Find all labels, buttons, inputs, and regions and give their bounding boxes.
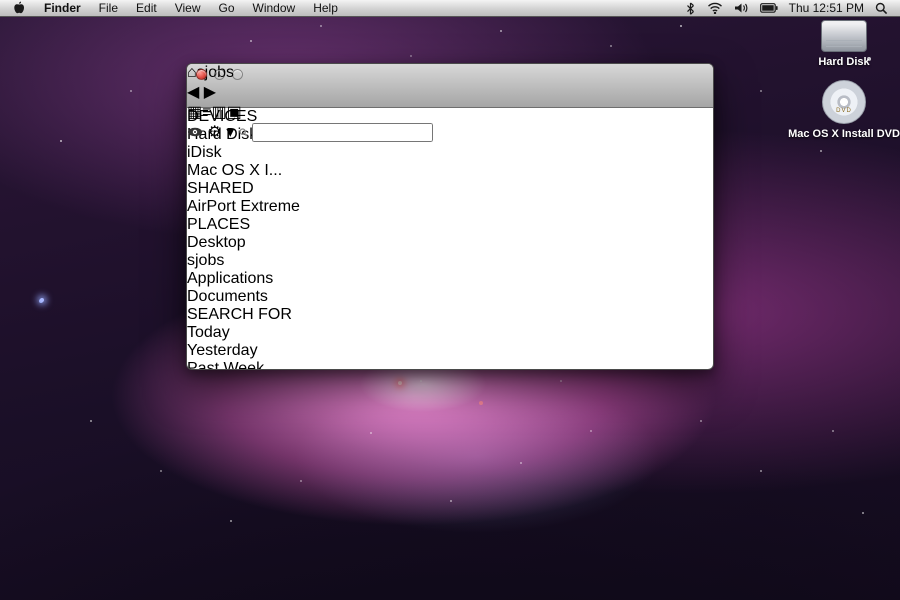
menu-list: FinderFileEditViewGoWindowHelp [35, 0, 347, 17]
section-header[interactable]: SHARED [187, 180, 713, 198]
spotlight-icon[interactable] [875, 2, 888, 15]
navigation-buttons: ◀ ▶ [187, 82, 713, 102]
sidebar-item-label: sjobs [187, 252, 224, 269]
sidebar-item-macosx-install-dvd[interactable]: Mac OS X I... [187, 162, 713, 180]
search-input[interactable] [252, 123, 433, 142]
sidebar-item-documents[interactable]: Documents [187, 288, 713, 306]
coverflow-view-button[interactable]: ▣ [227, 104, 242, 121]
sidebar-inner: DEVICES Hard DiskiDiskMac OS X I... SHAR… [187, 108, 713, 370]
star [398, 381, 402, 385]
sidebar: DEVICES Hard DiskiDiskMac OS X I... SHAR… [187, 108, 713, 370]
action-button[interactable]: ⚙ ▾ [207, 124, 238, 141]
forward-button[interactable]: ▶ [204, 84, 216, 101]
quick-look-button[interactable] [187, 124, 207, 141]
menu-go[interactable]: Go [210, 0, 244, 17]
bluetooth-icon[interactable] [685, 2, 696, 15]
search-field[interactable] [239, 124, 433, 141]
menu-bar: FinderFileEditViewGoWindowHelp Thu 12:51… [0, 0, 900, 17]
column-view-button[interactable]: ▥ [211, 104, 226, 121]
sidebar-item-label: iDisk [187, 144, 222, 161]
close-button[interactable] [196, 69, 207, 80]
apple-icon [12, 1, 25, 15]
zoom-button[interactable] [232, 69, 243, 80]
apple-menu[interactable] [0, 1, 35, 15]
sidebar-item-sjobs[interactable]: sjobs [187, 252, 713, 270]
sidebar-item-label: Documents [187, 288, 268, 305]
gear-icon: ⚙ [207, 124, 221, 141]
sidebar-section-shared: SHARED AirPort Extreme [187, 180, 713, 216]
search-icon [239, 128, 248, 137]
menu-clock[interactable]: Thu 12:51 PM [789, 1, 864, 15]
window-controls [196, 69, 243, 80]
menu-finder[interactable]: Finder [35, 0, 90, 17]
desktop-icon-label: Hard Disk [784, 56, 900, 68]
sidebar-item-past-week[interactable]: Past Week [187, 360, 713, 370]
desktop-icon-install-dvd[interactable]: Mac OS X Install DVD [784, 80, 900, 140]
menu-window[interactable]: Window [244, 0, 305, 17]
sidebar-item-today[interactable]: Today [187, 324, 713, 342]
finder-window: ⌂sjobs ◀ ▶ ▦≡▥▣ ⚙ ▾ [186, 63, 714, 370]
sidebar-item-airport-extreme[interactable]: AirPort Extreme [187, 198, 713, 216]
hard-disk-icon [821, 20, 867, 52]
menu-bar-status-area: Thu 12:51 PM [685, 1, 900, 15]
back-button[interactable]: ◀ [187, 84, 199, 101]
sidebar-item-label: Desktop [187, 234, 246, 251]
sidebar-item-desktop[interactable]: Desktop [187, 234, 713, 252]
desktop-icon-hard-disk[interactable]: Hard Disk [784, 20, 900, 68]
eye-icon [187, 127, 203, 137]
sidebar-item-idisk[interactable]: iDisk [187, 144, 713, 162]
battery-icon[interactable] [760, 3, 778, 13]
icon-view-button[interactable]: ▦ [187, 104, 202, 121]
window-header[interactable]: ⌂sjobs ◀ ▶ ▦≡▥▣ ⚙ ▾ [187, 64, 713, 108]
star [40, 298, 44, 302]
window-title: ⌂sjobs [187, 64, 713, 82]
sidebar-item-label: Past Week [187, 360, 264, 370]
sidebar-item-label: Mac OS X I... [187, 162, 282, 179]
sidebar-item-applications[interactable]: Applications [187, 270, 713, 288]
section-header[interactable]: PLACES [187, 216, 713, 234]
toolbar: ◀ ▶ ▦≡▥▣ ⚙ ▾ [187, 82, 713, 142]
menu-help[interactable]: Help [304, 0, 347, 17]
chevron-down-icon: ▾ [226, 124, 234, 141]
sidebar-item-yesterday[interactable]: Yesterday [187, 342, 713, 360]
sidebar-item-label: Yesterday [187, 342, 258, 359]
menu-edit[interactable]: Edit [127, 0, 166, 17]
dvd-icon [822, 80, 866, 124]
sidebar-item-label: AirPort Extreme [187, 198, 300, 215]
window-main: DEVICES Hard DiskiDiskMac OS X I... SHAR… [187, 108, 713, 370]
section-header[interactable]: SEARCH FOR [187, 306, 713, 324]
menu-file[interactable]: File [90, 0, 127, 17]
sidebar-section-places: PLACES DesktopsjobsApplicationsDocuments [187, 216, 713, 306]
sidebar-item-label: Today [187, 324, 230, 341]
volume-icon[interactable] [734, 2, 749, 14]
view-mode-control: ▦≡▥▣ [187, 102, 713, 122]
wifi-icon[interactable] [707, 2, 723, 14]
menu-view[interactable]: View [166, 0, 210, 17]
sidebar-section-search-for: SEARCH FOR TodayYesterdayPast WeekAll Im… [187, 306, 713, 370]
sidebar-item-label: Applications [187, 270, 273, 287]
minimize-button[interactable] [214, 69, 225, 80]
desktop-icon-label: Mac OS X Install DVD [784, 128, 900, 140]
